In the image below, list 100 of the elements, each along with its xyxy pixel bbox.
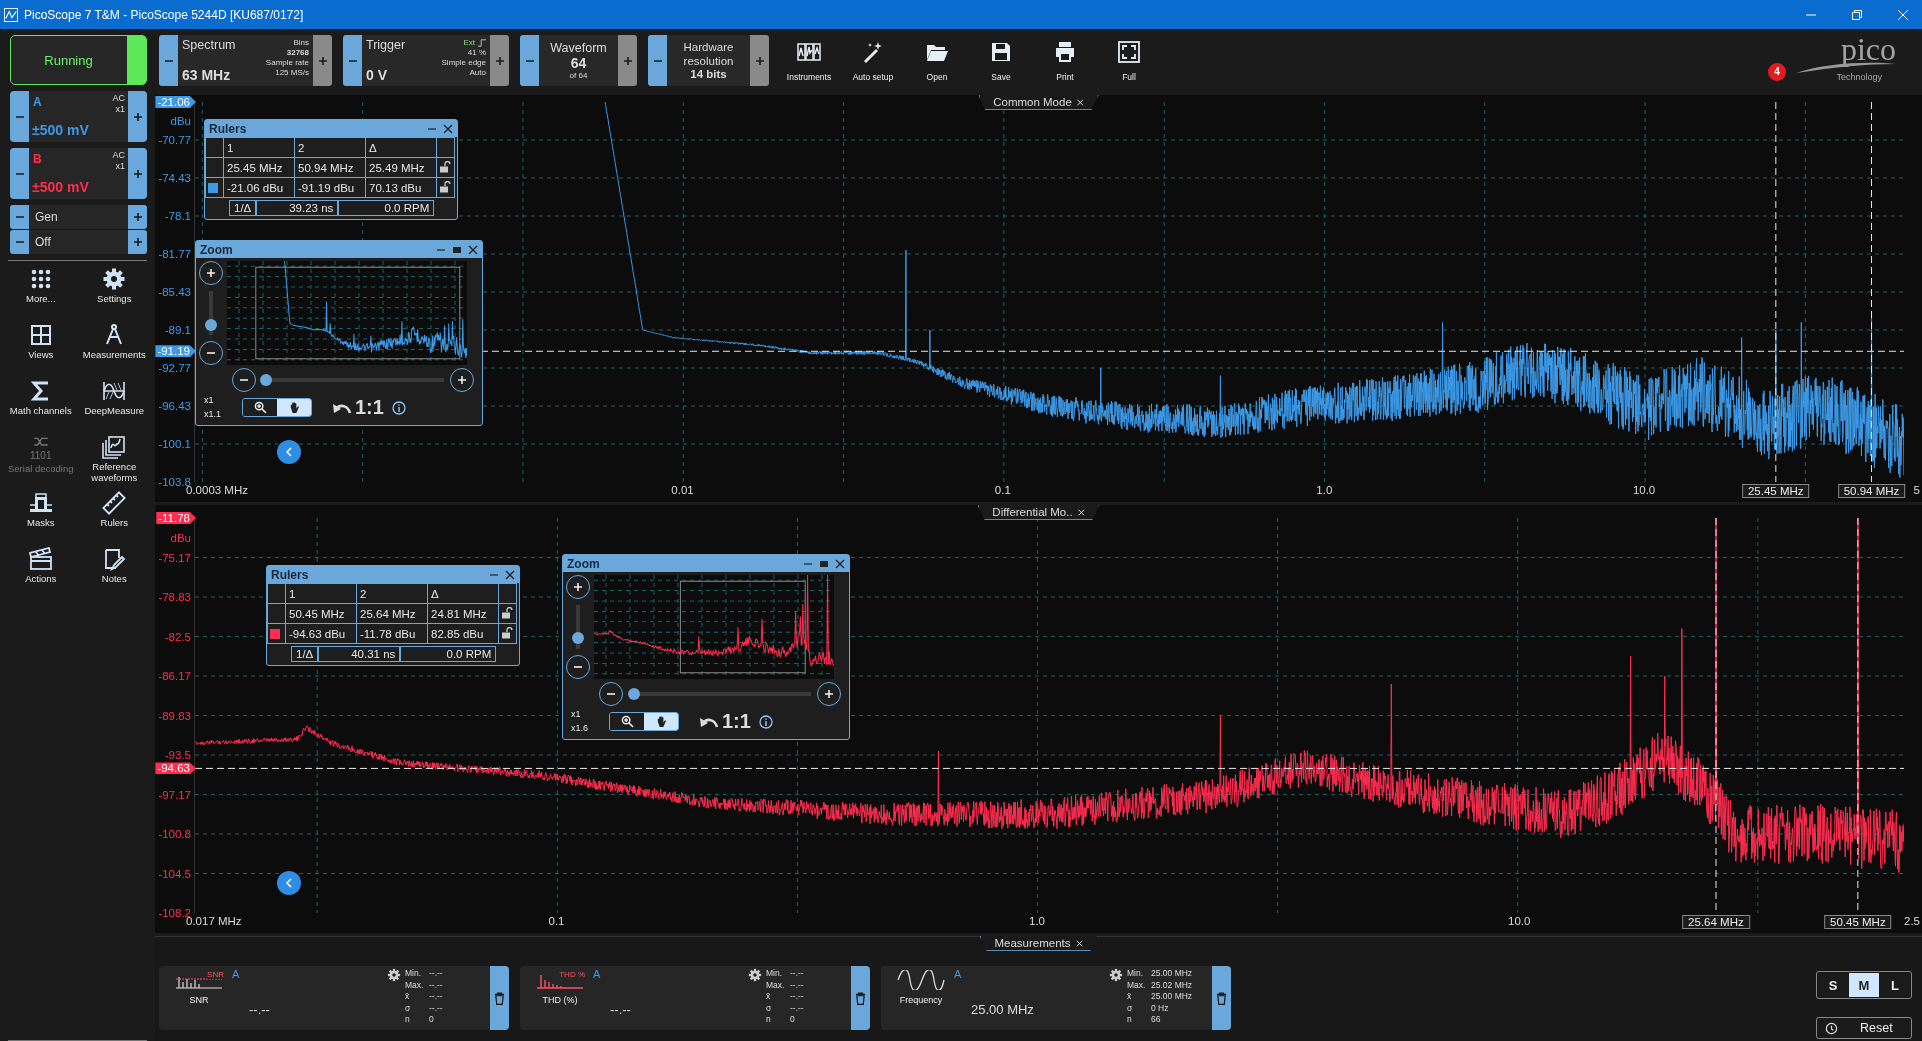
decrease-button[interactable] (10, 230, 29, 254)
zoom-in-button[interactable] (450, 368, 474, 392)
ruler-marker[interactable]: 25.45 MHz (1741, 484, 1810, 498)
ruler-line[interactable] (1857, 518, 1859, 913)
tool-button[interactable]: Reference waveforms (77, 435, 151, 489)
close-icon[interactable] (443, 123, 453, 134)
maximize-icon[interactable] (819, 558, 829, 569)
increase-button[interactable] (128, 91, 147, 142)
toolbar-button[interactable]: Print (1040, 39, 1090, 82)
rate-label: Sample rate (265, 58, 309, 68)
view-tab[interactable]: Differential Mo.. (977, 505, 1100, 520)
mode-toggle[interactable] (609, 712, 679, 731)
size-button[interactable]: M (1849, 973, 1879, 997)
toolbar-button[interactable]: Full (1104, 39, 1154, 82)
tool-button[interactable]: Measurements (77, 323, 151, 377)
view-tab[interactable]: Common Mode (978, 95, 1099, 110)
increase-button[interactable] (490, 35, 509, 86)
stat-label: σ (1127, 1002, 1134, 1014)
axis-label: -104.5 (158, 867, 191, 880)
tool-button[interactable]: Masks (4, 491, 78, 545)
increase-button[interactable] (618, 35, 637, 86)
ruler-marker[interactable]: 25.64 MHz (1682, 915, 1750, 929)
ruler-marker[interactable]: -94.63 (155, 762, 196, 775)
info-icon[interactable] (758, 714, 773, 729)
unlock-icon[interactable] (501, 606, 513, 619)
overview-chart[interactable] (594, 575, 834, 679)
chevron-left-icon (284, 447, 294, 457)
tool-button[interactable]: Views (4, 323, 78, 377)
increase-button[interactable] (128, 230, 147, 254)
measurement-card[interactable]: THD % THD (%) A --.-- Min. --.-- Max. --.-- x̄ --.-- σ --.-- n 0 (520, 966, 870, 1030)
table-cell: -21.06 dBu (223, 177, 295, 198)
tool-button[interactable]: DeepMeasure (77, 379, 151, 433)
tool-button[interactable]: Notes (77, 547, 151, 601)
settings-icon[interactable] (748, 968, 762, 982)
resolution-panel[interactable]: Hardware resolution 14 bits (667, 35, 750, 86)
maximize-icon[interactable] (452, 244, 462, 255)
unlock-icon[interactable] (501, 626, 513, 639)
tool-button[interactable]: Math channels (4, 379, 78, 433)
measurement-card[interactable]: Frequency A 25.00 MHz Min. 25.00 MHz Max. 25.02 MHz x̄ 25.00 MHz σ 0 Hz n 66 (881, 966, 1231, 1030)
close-icon[interactable] (468, 244, 478, 255)
axis-label: -97.17 (158, 788, 191, 801)
decrease-button[interactable] (10, 148, 29, 199)
info-icon[interactable] (391, 400, 406, 415)
zoom-in-button[interactable] (817, 682, 841, 706)
unlock-icon[interactable] (439, 160, 451, 173)
channel-panel[interactable]: B AC x1 ±500 mV (29, 148, 128, 199)
toolbar-button[interactable]: Auto setup (848, 39, 898, 82)
toolbar-button[interactable]: Open (912, 39, 962, 82)
zoom-in-button[interactable] (199, 261, 223, 285)
measurements-tab[interactable]: Measurements (979, 936, 1098, 951)
zoom-in-button[interactable] (566, 575, 590, 599)
measurement-card[interactable]: SNR SNR A --.-- Min. --.-- Max. --.-- x̄ --.-- σ --.-- n 0 (159, 966, 509, 1030)
reset-button[interactable]: Reset (1816, 1017, 1912, 1039)
toolbar-button[interactable]: Save (976, 39, 1026, 82)
mode-button[interactable] (644, 713, 678, 730)
increase-button[interactable] (313, 35, 332, 86)
delete-button[interactable] (851, 966, 870, 1030)
run-button[interactable]: Running (10, 35, 147, 85)
tool-button[interactable]: Rulers (77, 491, 151, 545)
reset-zoom-button[interactable]: 1:1 (699, 710, 751, 733)
spectrum-panel[interactable]: Spectrum 63 MHz Bins 32768 Sample rate 125 MS/s (178, 35, 313, 86)
increase-button[interactable] (128, 148, 147, 199)
tool-button[interactable]: More... (4, 267, 78, 321)
ruler-line[interactable] (1871, 102, 1873, 482)
increase-button[interactable] (128, 205, 147, 229)
zoom-out-button[interactable] (566, 655, 590, 679)
zoom-out-button[interactable] (599, 682, 623, 706)
back-button[interactable] (277, 871, 301, 895)
close-icon[interactable] (835, 558, 845, 569)
delete-button[interactable] (490, 966, 509, 1030)
settings-icon[interactable] (1109, 968, 1123, 982)
zoom-out-button[interactable] (199, 341, 223, 365)
tool-button[interactable]: Settings (77, 267, 151, 321)
back-button[interactable] (277, 440, 301, 464)
channel-panel[interactable]: A AC x1 ±500 mV (29, 91, 128, 142)
ruler-marker[interactable]: 50.94 MHz (1837, 484, 1906, 498)
decrease-button[interactable] (10, 205, 29, 229)
reset-zoom-button[interactable]: 1:1 (332, 396, 384, 419)
logo-wordmark: pico (1840, 32, 1896, 65)
settings-icon[interactable] (387, 968, 401, 982)
decrease-button[interactable] (10, 91, 29, 142)
mode-button[interactable] (277, 399, 311, 416)
increase-button[interactable] (750, 35, 769, 86)
waveform-panel[interactable]: Waveform 64 of 64 (539, 35, 618, 86)
unlock-icon[interactable] (439, 180, 451, 193)
ruler-line[interactable] (1715, 518, 1717, 913)
zoom-out-button[interactable] (232, 368, 256, 392)
tool-button[interactable]: Actions (4, 547, 78, 601)
ruler-line[interactable] (1775, 102, 1777, 482)
ruler-marker[interactable]: -11.78 (156, 512, 196, 524)
restore-icon[interactable] (1852, 9, 1862, 20)
mode-toggle[interactable] (242, 398, 312, 417)
trigger-panel[interactable]: Trigger 0 V Ext 41 % Simple edge Auto (362, 35, 490, 86)
toolbar-button[interactable]: Instruments (784, 39, 834, 82)
overview-chart[interactable] (227, 261, 467, 365)
delete-button[interactable] (1212, 966, 1231, 1030)
ruler-marker[interactable]: 50.45 MHz (1824, 915, 1892, 929)
ruler-line[interactable] (195, 767, 1904, 769)
close-icon[interactable] (505, 569, 515, 580)
notification-badge[interactable]: 4 (1768, 62, 1786, 81)
